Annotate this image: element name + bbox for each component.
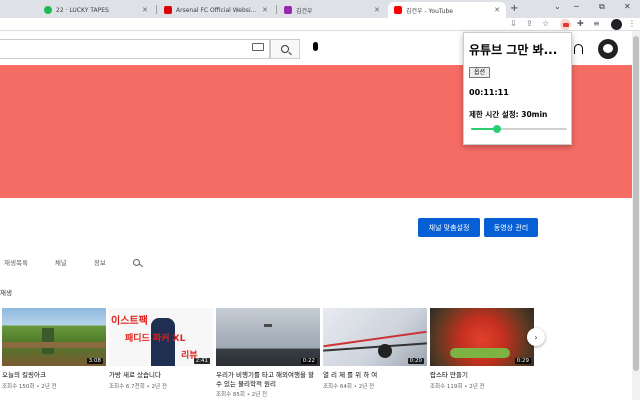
keyboard-icon[interactable] [252,43,264,51]
video-thumbnail[interactable]: 0:22 [216,308,320,366]
video-title[interactable]: 가방 새로 샀습니다 [109,371,213,380]
customize-channel-button[interactable]: 채널 맞춤설정 [418,218,480,237]
scene-path [2,342,106,348]
channel-search-icon[interactable] [132,258,140,266]
time-limit-label: 제한 시간 설정: 30min [469,110,548,119]
thumb-caption: 이스트팩 [111,316,148,327]
media-icon[interactable]: ≡ [593,19,600,29]
video-thumbnail[interactable]: 0:20 [323,308,427,366]
video-thumbnail[interactable]: 이스트팩 패디드 파커 XL 리뷰 2:41 [109,308,213,366]
close-window-icon[interactable]: ✕ [624,2,631,11]
search-input[interactable] [0,39,270,59]
garnish-image [450,348,510,358]
tab-title: 22 · LUCKY TAPES [56,6,109,14]
elapsed-time: 00:11:11 [469,88,509,97]
video-card[interactable]: 0:22 우리가 비행기를 타고 해외여행을 할 수 있는 물리학적 원리 조회… [216,308,320,398]
video-meta: 조회수 6.7천회 • 2년 전 [109,383,167,390]
tab-arsenal[interactable]: Arsenal FC Official Website | Ho ✕ [158,2,274,18]
video-card[interactable]: 이스트팩 패디드 파커 XL 리뷰 2:41 가방 새로 샀습니다 조회수 6.… [109,308,213,390]
scene-figure [42,328,54,354]
video-title[interactable]: 랍스타 만들기 [430,371,534,380]
duration-badge: 0:22 [300,358,317,364]
video-meta: 조회수 150회 • 2년 전 [2,383,57,390]
tab-kimgeonwoo[interactable]: 김건우 ✕ [278,2,386,18]
spotify-favicon-icon [44,6,52,14]
duration-badge: 2:41 [193,358,210,364]
time-limit-slider[interactable] [471,125,567,133]
slider-knob[interactable] [492,125,501,133]
tab-title: 김건우 [296,7,313,15]
tab-search-icon[interactable]: ⌄ [554,2,561,11]
options-button[interactable]: 옵션 [469,67,491,78]
popup-title: 유튜브 그만 봐... [469,43,558,57]
arsenal-favicon-icon [164,6,172,14]
tab-youtube[interactable]: 김건우 - YouTube ✕ [388,2,506,18]
bell-icon[interactable] [574,44,583,54]
tab-playlists[interactable]: 재생목록 [4,257,28,267]
tab-title: Arsenal FC Official Website | Ho [176,6,258,14]
profile-icon[interactable] [611,19,622,30]
new-tab-button[interactable]: + [510,3,518,14]
video-thumbnail[interactable]: 3:08 [2,308,106,366]
tab-title: 김건우 - YouTube [406,7,453,15]
video-meta: 조회수 119회 • 2년 전 [430,383,485,390]
puzzle-icon[interactable]: ✚ [577,19,584,29]
video-title[interactable]: 오늘의 킬링아크 [2,371,106,380]
video-title[interactable]: 우리가 비행기를 타고 해외여행을 할 수 있는 물리학적 원리 [216,371,320,388]
tab-about[interactable]: 정보 [94,257,106,267]
youtube-favicon-icon [394,6,402,14]
shelf-next-button[interactable]: › [527,328,545,346]
download-icon[interactable]: ⇩ [510,19,517,29]
close-tab-icon[interactable]: ✕ [374,6,380,14]
duration-badge: 0:29 [514,358,531,364]
avatar[interactable] [598,39,618,59]
share-icon[interactable]: ⇪ [526,19,533,29]
section-title: 재생 [0,289,12,297]
manage-videos-button[interactable]: 동영상 관리 [484,218,538,237]
scrollbar-thumb[interactable] [633,36,639,371]
star-icon[interactable]: ☆ [542,19,549,29]
tab-divider [276,5,277,14]
channel-tabs: 재생목록 채널 정보 [0,254,140,270]
search-button[interactable] [270,39,300,59]
tab-divider [156,5,157,14]
menu-icon[interactable]: ⋮ [628,19,636,29]
video-card[interactable]: 0:20 열 리 제 를 위 하 여 조회수 64회 • 2년 전 [323,308,427,390]
close-tab-icon[interactable]: ✕ [142,6,148,14]
video-meta: 조회수 64회 • 2년 전 [323,383,375,390]
tab-channels[interactable]: 채널 [55,257,67,267]
video-thumbnail[interactable]: 0:29 [430,308,534,366]
duration-badge: 3:08 [86,358,103,364]
close-tab-icon[interactable]: ✕ [494,6,500,14]
microphone-icon[interactable] [309,42,321,56]
minimize-icon[interactable]: ─ [574,2,579,11]
video-card[interactable]: 3:08 오늘의 킬링아크 조회수 150회 • 2년 전 [2,308,106,390]
page-favicon-icon [284,6,292,14]
browser-toolbar: ⇩ ⇪ ☆ ✚ ≡ ⋮ [0,18,640,31]
thumb-caption: 패디드 파커 XL [125,334,186,344]
video-meta: 조회수 85회 • 2년 전 [216,392,268,398]
extension-popup: 유튜브 그만 봐... 옵션 00:11:11 제한 시간 설정: 30min [463,32,572,145]
browser-tab-strip: 22 · LUCKY TAPES ✕ Arsenal FC Official W… [0,0,640,18]
close-tab-icon[interactable]: ✕ [262,6,268,14]
restore-icon[interactable]: ⧉ [599,2,605,12]
duration-badge: 0:20 [407,358,424,364]
video-title[interactable]: 열 리 제 를 위 하 여 [323,371,427,380]
airplane-image [264,324,272,327]
tab-lucky-tapes[interactable]: 22 · LUCKY TAPES ✕ [38,2,154,18]
extension-icon[interactable] [560,19,571,30]
video-card[interactable]: 0:29 랍스타 만들기 조회수 119회 • 2년 전 [430,308,534,390]
earphone-image [378,344,392,358]
search-icon [281,45,289,53]
